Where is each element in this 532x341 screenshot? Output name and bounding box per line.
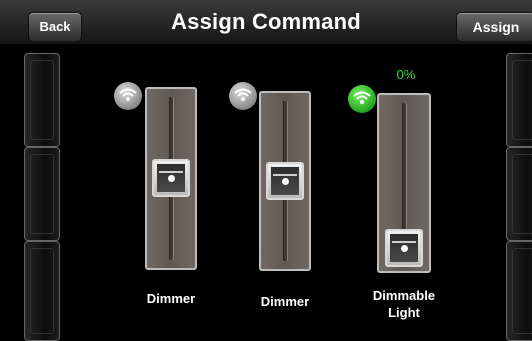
left-panel[interactable] xyxy=(24,147,60,241)
device-label: Dimmer xyxy=(146,291,196,306)
dimmer-slider[interactable] xyxy=(145,87,197,270)
left-panel[interactable] xyxy=(24,241,60,341)
slider-knob[interactable] xyxy=(152,159,190,197)
right-panel[interactable] xyxy=(506,147,532,241)
wifi-icon[interactable] xyxy=(348,85,376,113)
dimmable-light-slider[interactable] xyxy=(377,93,431,273)
slider-knob[interactable] xyxy=(385,229,423,267)
right-panel[interactable] xyxy=(506,241,532,341)
title-bar: Back Assign Command Assign xyxy=(0,0,532,45)
right-panel[interactable] xyxy=(506,53,532,147)
left-panel[interactable] xyxy=(24,53,60,147)
device-label: Dimmer xyxy=(260,294,310,309)
device-label-line: Light xyxy=(388,305,420,320)
device-label-line: Dimmable xyxy=(372,288,436,303)
level-readout: 0% xyxy=(396,67,416,82)
slider-knob[interactable] xyxy=(266,162,304,200)
page-title: Assign Command xyxy=(171,9,361,34)
device-label: Dimmable Light xyxy=(359,287,449,321)
assign-button[interactable]: Assign xyxy=(456,12,532,42)
wifi-icon[interactable] xyxy=(114,82,142,110)
wifi-icon[interactable] xyxy=(229,82,257,110)
dimmer-slider[interactable] xyxy=(259,91,311,271)
